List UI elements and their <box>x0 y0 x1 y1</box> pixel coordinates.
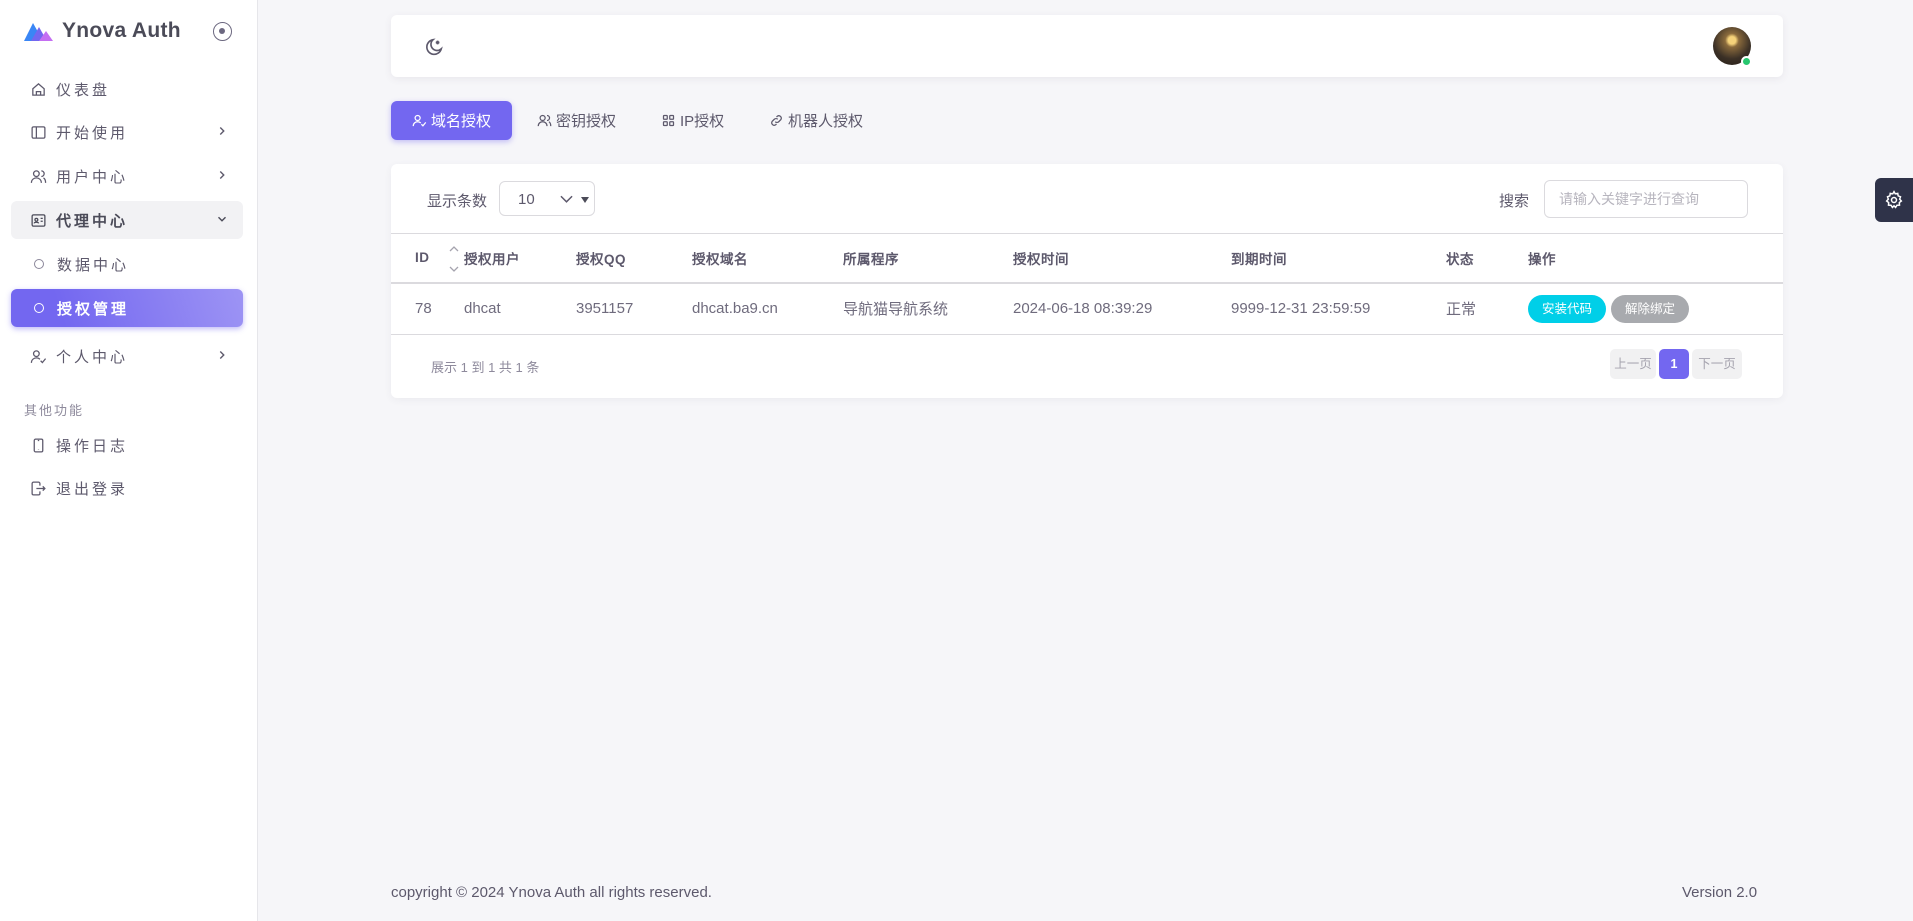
sidebar-item-agent-center[interactable]: 代理中心 <box>11 201 243 239</box>
cell-user: dhcat <box>464 300 501 318</box>
cell-expire-time: 9999-12-31 23:59:59 <box>1231 300 1371 318</box>
auth-table: ID 授权用户 授权QQ 授权域名 所属程序 授权时间 到期时间 状态 操作 7… <box>391 233 1783 335</box>
next-page-button[interactable]: 下一页 <box>1692 349 1742 379</box>
id-card-icon <box>29 211 47 229</box>
tab-robot-auth[interactable]: 机器人授权 <box>748 101 884 140</box>
page-number-button[interactable]: 1 <box>1659 349 1689 379</box>
column-header-user[interactable]: 授权用户 <box>464 234 576 283</box>
home-icon <box>29 80 47 98</box>
column-header-id[interactable]: ID <box>391 234 464 283</box>
column-header-auth-time[interactable]: 授权时间 <box>1013 234 1231 283</box>
sidebar-item-getting-started[interactable]: 开始使用 <box>11 113 243 151</box>
gear-icon <box>1885 190 1903 209</box>
sidebar-toggle-icon[interactable] <box>213 22 232 41</box>
auth-table-card: 显示条数 10 搜索 ID 授权用户 授权QQ 授权域名 所属程序 授权时间 到… <box>391 164 1783 398</box>
sidebar-item-label: 授权管理 <box>57 300 130 318</box>
column-header-actions: 操作 <box>1528 251 1556 267</box>
sidebar-item-operation-log[interactable]: 操作日志 <box>11 426 243 464</box>
cell-status: 正常 <box>1446 301 1477 319</box>
sidebar-item-label: 开始使用 <box>56 124 129 142</box>
table-row: 78 dhcat 3951157 dhcat.ba9.cn 导航猫导航系统 20… <box>391 283 1783 335</box>
settings-button[interactable] <box>1875 178 1913 222</box>
sidebar-item-personal-center[interactable]: 个人中心 <box>11 337 243 375</box>
sidebar-item-label: 数据中心 <box>57 256 130 274</box>
column-header-qq[interactable]: 授权QQ <box>576 234 692 283</box>
moon-stars-icon[interactable] <box>422 37 444 59</box>
link-icon <box>771 115 782 126</box>
chevron-down-icon <box>560 195 573 203</box>
sidebar: Ynova Auth 仪表盘 开始使用 用户中心 代理中心 数据中心 授权管理 … <box>0 0 258 921</box>
pagination: 上一页 1 下一页 <box>1610 349 1745 379</box>
install-code-button[interactable]: 安装代码 <box>1528 294 1607 323</box>
sidebar-item-label: 仪表盘 <box>56 81 111 99</box>
unbind-button[interactable]: 解除绑定 <box>1611 294 1690 323</box>
chevron-right-icon <box>219 171 225 179</box>
tab-label: 机器人授权 <box>788 113 864 130</box>
cell-actions: 安装代码 解除绑定 <box>1528 283 1783 335</box>
logo-icon <box>24 23 53 41</box>
layout-icon <box>29 123 47 141</box>
sort-icon[interactable] <box>448 244 460 274</box>
cell-program: 导航猫导航系统 <box>843 301 949 319</box>
tab-domain-auth[interactable]: 域名授权 <box>391 101 513 140</box>
sidebar-item-logout[interactable]: 退出登录 <box>11 469 243 507</box>
table-header-row: ID 授权用户 授权QQ 授权域名 所属程序 授权时间 到期时间 状态 操作 <box>391 233 1783 283</box>
column-header-domain[interactable]: 授权域名 <box>692 234 843 283</box>
page-size-label: 显示条数 <box>427 193 488 210</box>
topbar <box>391 15 1783 77</box>
online-status-indicator <box>1741 56 1752 67</box>
users-icon <box>29 167 47 185</box>
logout-icon <box>29 479 47 497</box>
column-header-status[interactable]: 状态 <box>1446 234 1528 283</box>
column-header-program[interactable]: 所属程序 <box>843 234 1013 283</box>
user-check-icon <box>412 114 427 127</box>
page-size-select[interactable]: 10 <box>499 181 595 216</box>
pagination-info: 展示 1 到 1 共 1 条 <box>431 360 540 375</box>
sidebar-item-data-center[interactable]: 数据中心 <box>11 245 243 283</box>
user-check-icon <box>29 347 47 365</box>
caret-down-icon <box>581 197 589 203</box>
cell-domain: dhcat.ba9.cn <box>692 300 778 318</box>
chevron-down-icon <box>218 216 226 222</box>
footer-copyright: copyright © 2024 Ynova Auth all rights r… <box>391 884 712 901</box>
section-header-other: 其他功能 <box>24 403 85 418</box>
sidebar-item-label: 退出登录 <box>56 480 129 498</box>
circle-dot-icon <box>34 303 44 313</box>
sidebar-item-dashboard[interactable]: 仪表盘 <box>11 70 243 108</box>
sidebar-item-label: 个人中心 <box>56 348 129 366</box>
brand[interactable]: Ynova Auth <box>0 0 257 62</box>
grid-icon <box>662 114 675 127</box>
footer-version: Version 2.0 <box>1682 884 1758 901</box>
tab-key-auth[interactable]: 密钥授权 <box>516 101 637 140</box>
sidebar-item-auth-management[interactable]: 授权管理 <box>11 289 243 327</box>
sidebar-item-label: 代理中心 <box>56 212 129 230</box>
device-mobile-icon <box>29 436 47 454</box>
chevron-right-icon <box>219 351 225 359</box>
prev-page-button[interactable]: 上一页 <box>1610 349 1656 379</box>
search-label: 搜索 <box>1499 193 1530 210</box>
app-title: Ynova Auth <box>62 19 181 42</box>
cell-id: 78 <box>415 300 432 318</box>
tab-label: 域名授权 <box>431 113 492 130</box>
page-size-value: 10 <box>518 191 535 208</box>
chevron-right-icon <box>219 127 225 135</box>
circle-dot-icon <box>34 259 44 269</box>
search-input[interactable] <box>1544 180 1748 218</box>
sidebar-item-user-center[interactable]: 用户中心 <box>11 157 243 195</box>
sidebar-item-label: 用户中心 <box>56 168 129 186</box>
column-header-expire-time[interactable]: 到期时间 <box>1231 234 1446 283</box>
cell-auth-time: 2024-06-18 08:39:29 <box>1013 300 1153 318</box>
tab-label: IP授权 <box>680 113 725 130</box>
tab-label: 密钥授权 <box>556 113 617 130</box>
users-icon <box>537 114 552 127</box>
sidebar-item-label: 操作日志 <box>56 437 129 455</box>
tab-ip-auth[interactable]: IP授权 <box>640 101 745 140</box>
cell-qq: 3951157 <box>576 300 634 318</box>
